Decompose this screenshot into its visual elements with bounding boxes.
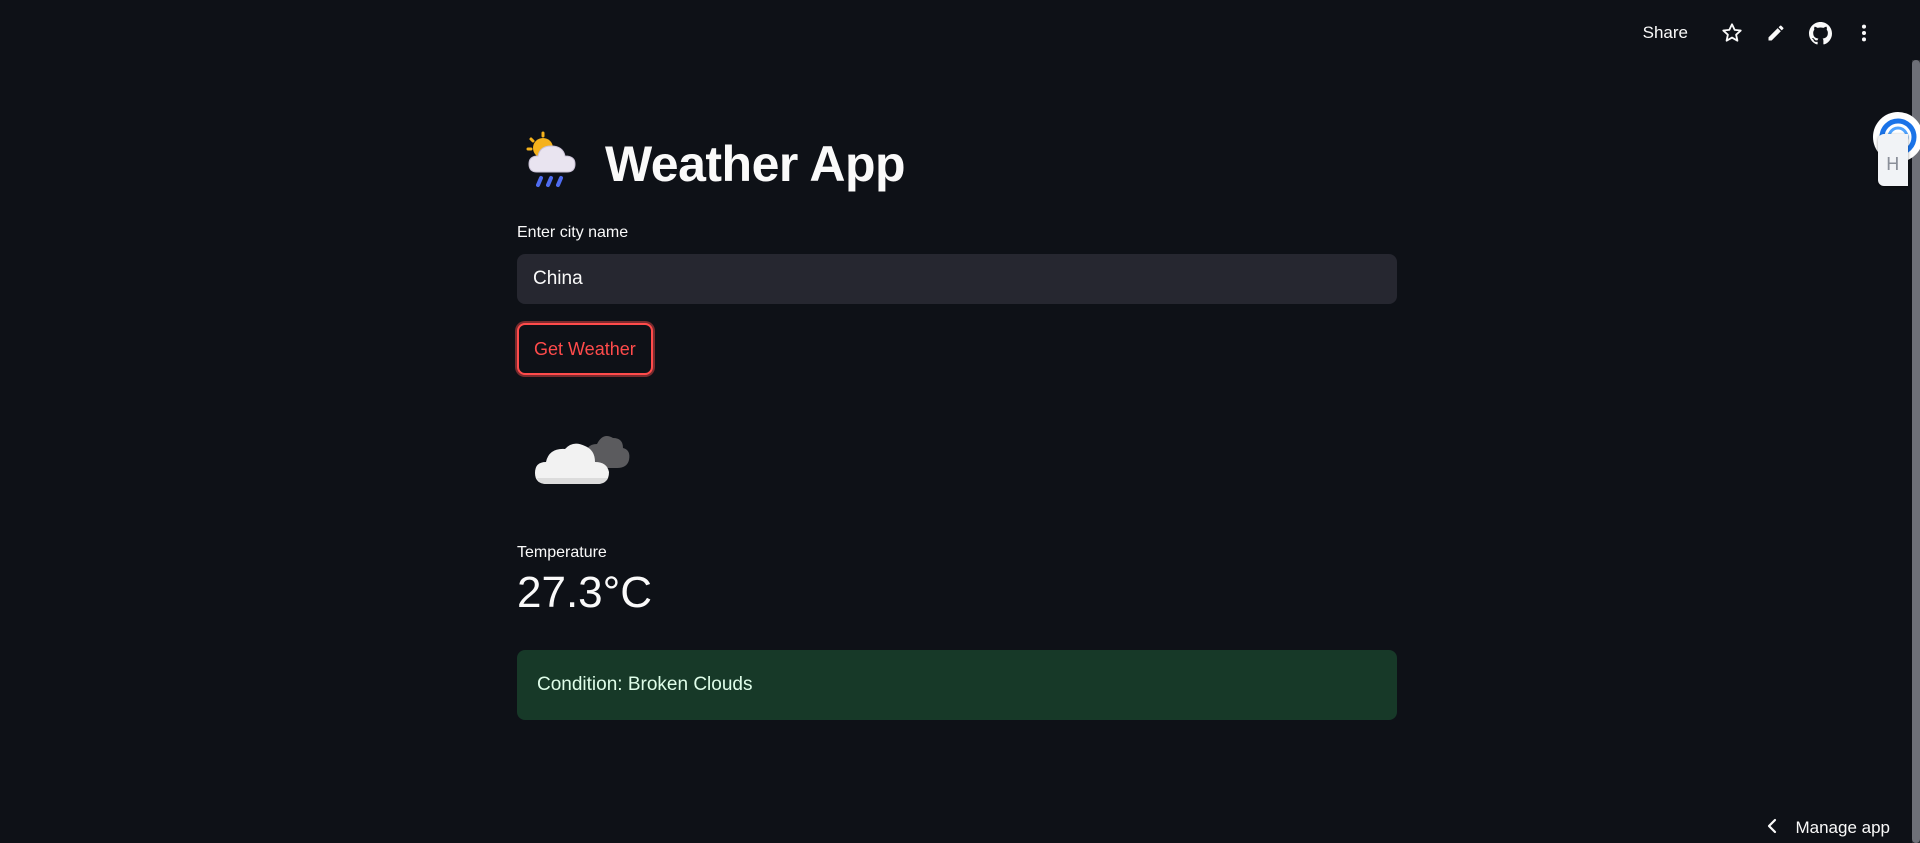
svg-text:H: H <box>1886 154 1900 175</box>
more-vertical-icon[interactable] <box>1842 11 1886 55</box>
condition-text: Condition: Broken Clouds <box>537 674 753 695</box>
temperature-label: Temperature <box>517 544 607 561</box>
manage-app-label: Manage app <box>1795 818 1890 837</box>
condition-alert: Condition: Broken Clouds <box>517 650 1397 720</box>
chevron-left-icon <box>1765 818 1779 839</box>
title-row: Weather App <box>523 130 906 197</box>
star-icon[interactable] <box>1710 11 1754 55</box>
broken-clouds-icon <box>533 416 633 496</box>
share-button[interactable]: Share <box>1643 23 1688 43</box>
pencil-icon[interactable] <box>1754 11 1798 55</box>
github-icon[interactable] <box>1798 11 1842 55</box>
city-input-label: Enter city name <box>517 224 629 241</box>
browser-extension-widget[interactable]: H <box>1872 112 1920 186</box>
get-weather-button[interactable]: Get Weather <box>517 323 653 375</box>
cloud-sun-rain-icon <box>523 130 585 197</box>
city-input[interactable] <box>517 254 1397 304</box>
page-title: Weather App <box>605 135 906 192</box>
manage-app-button[interactable]: Manage app <box>1765 813 1890 843</box>
toolbar: Share <box>1643 0 1920 66</box>
temperature-value: 27.3°C <box>517 568 653 617</box>
extension-tab-icon[interactable]: H <box>1878 134 1908 186</box>
